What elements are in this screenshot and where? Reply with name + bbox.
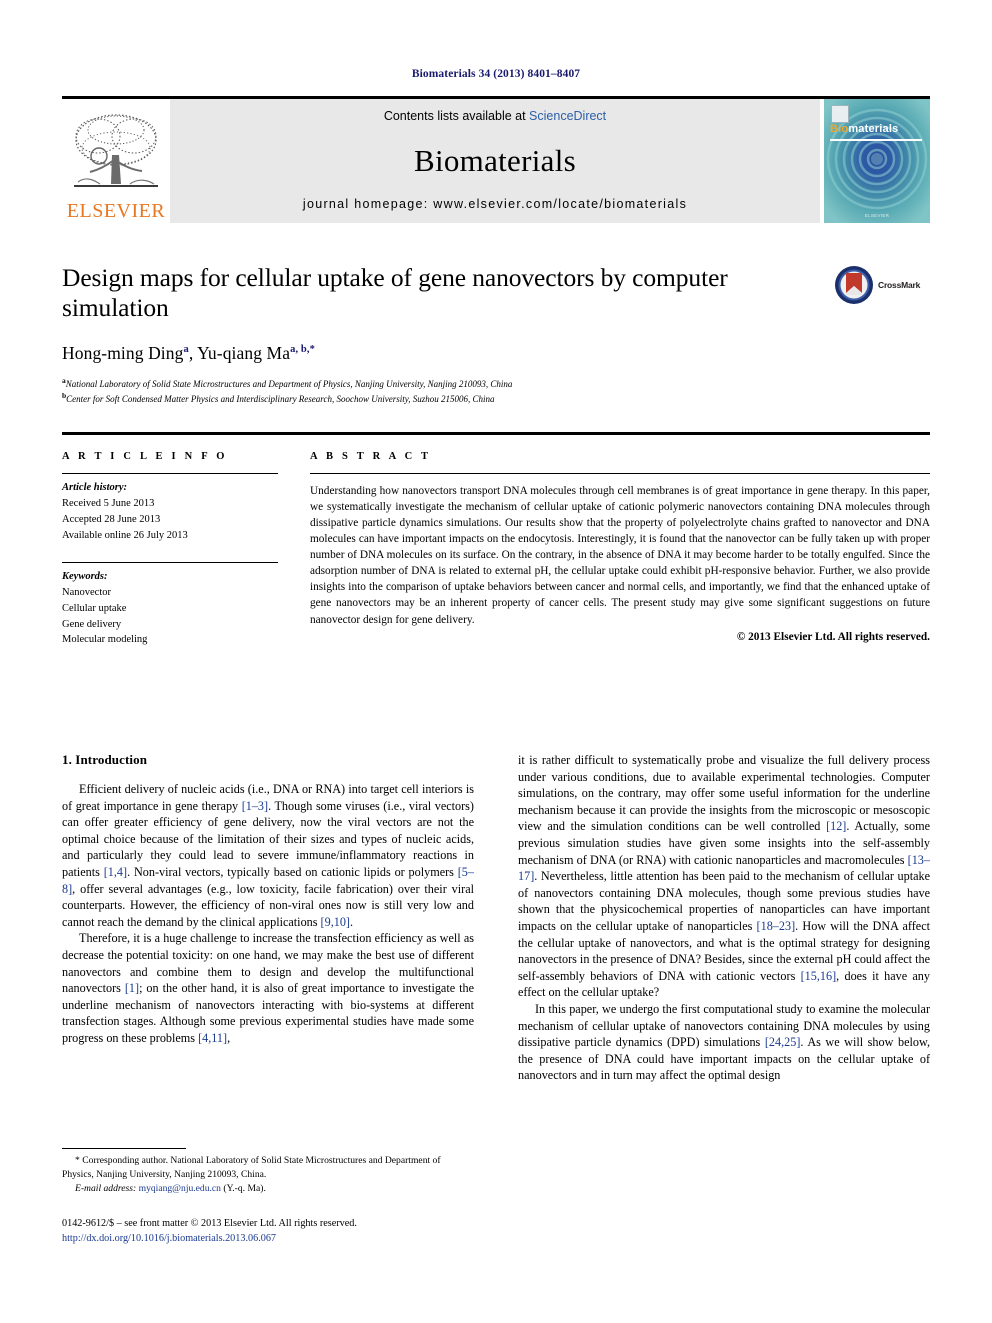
history-item-online: Available online 26 July 2013 [62,529,188,541]
journal-masthead: ELSEVIER Contents lists available at Sci… [62,96,930,223]
front-matter-line: 0142-9612/$ – see front matter © 2013 El… [62,1218,357,1229]
keywords-group: Keywords: Nanovector Cellular uptake Gen… [62,556,278,648]
footnote-email-line: E-mail address: myqiang@nju.edu.cn (Y.-q… [62,1182,474,1196]
body-column-right: it is rather difficult to systematically… [518,752,930,1084]
abstract-column: A B S T R A C T Understanding how nanove… [310,451,930,648]
abstract-heading: A B S T R A C T [310,451,432,463]
cover-footer-text: ELSEVIER [864,213,890,218]
section-heading-introduction: 1. Introduction [62,752,148,767]
article-body: 1. Introduction Efficient delivery of nu… [62,752,930,1084]
elsevier-logo: ELSEVIER [62,99,170,223]
contents-prefix: Contents lists available at [383,109,530,123]
article-info-column: A R T I C L E I N F O Article history: R… [62,451,310,648]
email-label: E-mail address: [75,1182,137,1194]
cover-title: Biomaterials [830,123,898,135]
article-info-heading: A R T I C L E I N F O [62,451,228,463]
article-history-label: Article history: [62,482,128,494]
cover-underline [830,139,922,141]
cover-title-bio: Bio [830,123,849,135]
crossmark-badge[interactable]: CrossMark [834,263,930,305]
author-list: Hong-ming Dinga, Yu-qiang Maa, b,* [62,343,315,364]
keywords-rule [62,562,278,564]
keyword-item: Gene delivery [62,618,122,630]
keyword-item: Nanovector [62,587,111,598]
history-item-accepted: Accepted 28 June 2013 [62,513,161,525]
cover-publisher-badge [831,105,849,123]
email-link[interactable]: myqiang@nju.edu.cn [139,1183,221,1194]
footnote-corresponding-text: * Corresponding author. National Laborat… [62,1155,441,1180]
paragraph: In this paper, we undergo the first comp… [518,1001,931,1083]
doi-link[interactable]: http://dx.doi.org/10.1016/j.biomaterials… [62,1231,582,1246]
journal-article-page: Biomaterials 34 (2013) 8401–8407 ELSEVIE… [0,0,992,1323]
journal-cover-thumbnail: Biomaterials ELSEVIER [824,99,930,223]
info-abstract-section: A R T I C L E I N F O Article history: R… [62,432,930,648]
elsevier-wordmark: ELSEVIER [66,200,166,222]
footnote-rule [62,1148,186,1149]
title-block: Design maps for cellular uptake of gene … [62,263,930,406]
sciencedirect-link[interactable]: ScienceDirect [529,109,606,123]
history-item-received: Received 5 June 2013 [62,498,155,509]
affiliation-a: aNational Laboratory of Solid State Micr… [62,376,820,391]
page-title: Design maps for cellular uptake of gene … [62,263,728,322]
contents-list-line: Contents lists available at ScienceDirec… [384,109,606,123]
page-footer: 0142-9612/$ – see front matter © 2013 El… [62,1216,582,1247]
abstract-text: Understanding how nanovectors transport … [310,485,930,626]
abstract-copyright: © 2013 Elsevier Ltd. All rights reserved… [736,630,930,643]
paragraph: Therefore, it is a huge challenge to inc… [62,931,474,1045]
body-column-left: 1. Introduction Efficient delivery of nu… [62,752,474,1084]
paragraph: Efficient delivery of nucleic acids (i.e… [62,782,474,929]
journal-homepage-link[interactable]: journal homepage: www.elsevier.com/locat… [303,197,687,211]
cover-title-materials: materials [848,123,899,135]
email-suffix: (Y.-q. Ma). [223,1182,266,1194]
keyword-item: Molecular modeling [62,634,148,646]
crossmark-icon [835,266,873,304]
journal-title: Biomaterials [413,142,576,178]
keyword-item: Cellular uptake [62,602,127,614]
crossmark-label: CrossMark [878,280,921,290]
corresponding-author-footnote: * Corresponding author. National Laborat… [62,1148,474,1196]
affiliation-text-a: National Laboratory of Solid State Micro… [65,379,513,390]
elsevier-tree-icon [74,114,158,187]
affiliation-b: bCenter for Soft Condensed Matter Physic… [62,391,820,406]
article-history-group: Article history: Received 5 June 2013 Ac… [62,474,278,543]
keywords-label: Keywords: [62,571,108,583]
running-head: Biomaterials 34 (2013) 8401–8407 [411,68,581,80]
title-and-authors: Design maps for cellular uptake of gene … [62,263,834,406]
paragraph: it is rather difficult to systematically… [518,753,930,1000]
affiliation-text-b: Center for Soft Condensed Matter Physics… [66,394,495,405]
masthead-band: Contents lists available at ScienceDirec… [170,99,820,223]
affiliation-list: aNational Laboratory of Solid State Micr… [62,376,820,406]
